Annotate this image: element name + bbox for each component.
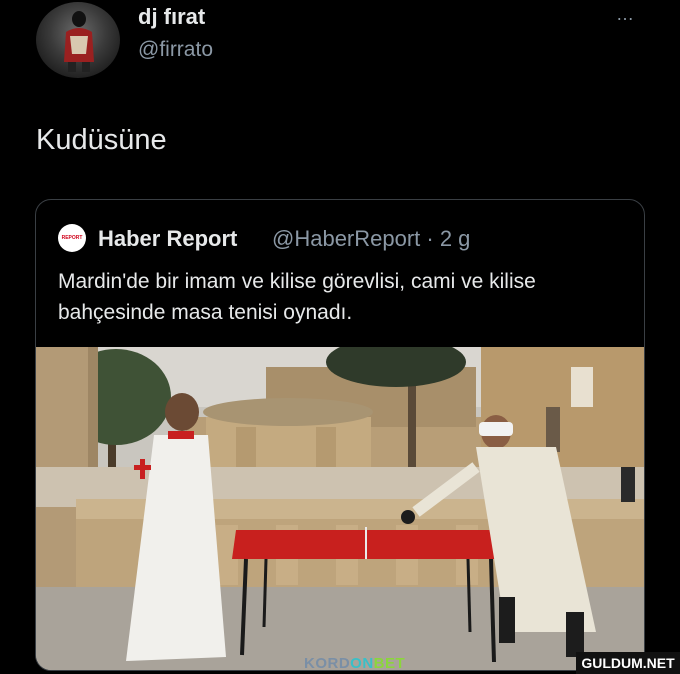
avatar-figure	[64, 11, 94, 72]
author-display-name[interactable]: dj fırat	[138, 4, 205, 30]
guldum-watermark: GULDUM.NET	[576, 652, 680, 674]
logo-text: REPORT	[61, 235, 83, 241]
tweet-text: Kudüsüne	[36, 124, 167, 156]
avatar[interactable]	[36, 2, 120, 78]
author-handle[interactable]: @firrato	[138, 38, 213, 62]
watermark-kord: KORD	[304, 655, 351, 672]
quoted-photo[interactable]	[36, 347, 645, 671]
haber-report-logo[interactable]: REPORT	[58, 224, 86, 252]
quoted-handle-meta: @HaberReport · 2 g	[272, 226, 471, 251]
watermark-bet: BET	[373, 655, 406, 672]
watermark-on: ON	[350, 655, 374, 672]
quoted-tweet-card[interactable]: REPORT Haber Report @HaberReport · 2 g M…	[35, 199, 645, 671]
kordonbet-watermark: KORDONBET	[304, 655, 405, 672]
quoted-display-name[interactable]: Haber Report	[98, 226, 237, 252]
quoted-text: Mardin'de bir imam ve kilise görevlisi, …	[58, 270, 536, 324]
more-options-icon[interactable]: …	[616, 4, 635, 25]
